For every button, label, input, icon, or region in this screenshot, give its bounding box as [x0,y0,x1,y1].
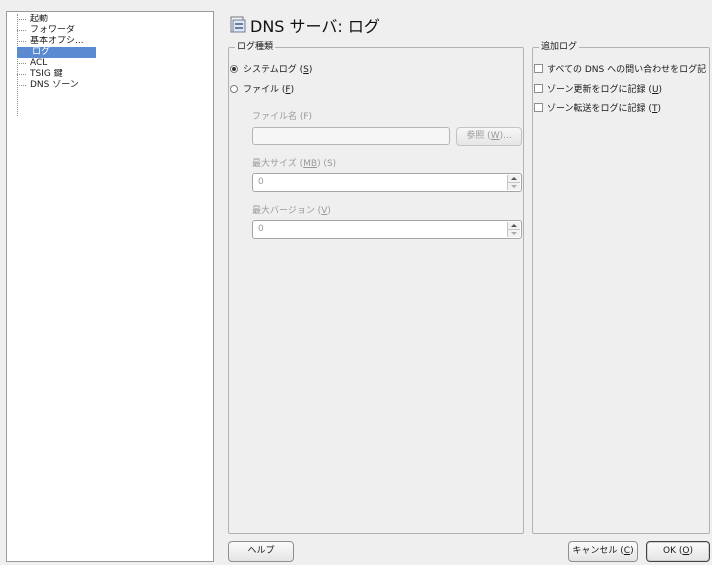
log-zone-updates-label: ゾーン更新をログに記録 (U) [547,85,663,95]
max-versions-decrement-arrow-icon[interactable] [508,230,520,237]
max-versions-spin-buttons [507,222,520,237]
log-all-queries-box[interactable] [534,64,543,73]
log-all-queries-checkbox[interactable]: すべての DNS への問い合わせをログ記 [534,62,708,75]
cancel-button[interactable]: キャンセル (C) [568,541,638,562]
tree-item-acl[interactable]: ACL [17,58,96,69]
server-document-icon [230,16,246,34]
log-zone-transfers-checkbox[interactable]: ゾーン転送をログに記録 (T) [534,101,661,114]
log-all-queries-label: すべての DNS への問い合わせをログ記 [547,65,707,75]
tree-item-label: TSIG 鍵 [30,69,63,79]
filename-label: ファイル名 (F) [252,112,313,122]
tree-item-label: 基本オプシ... [30,36,84,46]
page-title: DNS サーバ: ログ [250,17,380,36]
log-zone-updates-checkbox[interactable]: ゾーン更新をログに記録 (U) [534,82,662,95]
max-size-value: 0 [258,177,264,187]
tree-item-label: 起動 [30,14,49,24]
log-zone-transfers-box[interactable] [534,103,543,112]
tree-item-tsig-keys[interactable]: TSIG 鍵 [17,69,96,80]
system-log-radio[interactable]: システムログ (S) [230,62,312,75]
log-zone-transfers-label: ゾーン転送をログに記録 (T) [547,104,661,114]
max-size-spin-buttons [507,175,520,190]
file-radio[interactable]: ファイル (F) [230,82,294,95]
max-size-spinbox[interactable]: 0 [252,173,522,192]
tree-item-logging[interactable]: ログ [17,47,96,58]
filename-input[interactable] [252,127,450,145]
tree-item-basic-options[interactable]: 基本オプシ... [17,36,96,47]
navigation-tree: 起動 フォワーダ 基本オプシ... ログ ACL TSIG 鍵 DNS ゾーン [6,11,214,562]
system-log-label: システムログ (S) [243,65,313,75]
max-versions-label: 最大バージョン (V) [252,206,331,216]
page-header: DNS サーバ: ログ [230,14,380,36]
tree-item-forwarders[interactable]: フォワーダ [17,25,96,36]
browse-button[interactable]: 参照 (W)... [456,127,522,146]
max-versions-value: 0 [258,224,264,234]
tree-item-label: フォワーダ [30,25,76,35]
file-radio-indicator[interactable] [230,84,238,93]
ok-button[interactable]: OK (O) [646,541,710,562]
max-size-decrement-arrow-icon[interactable] [508,183,520,190]
max-size-label: 最大サイズ (MB) (S) [252,159,337,169]
log-type-legend: ログ種類 [235,42,276,53]
tree-item-dns-zones[interactable]: DNS ゾーン [17,80,96,91]
tree-item-label: ACL [30,58,48,68]
max-size-increment-arrow-icon[interactable] [508,175,520,183]
additional-logging-group: 追加ログ [532,42,710,534]
max-versions-increment-arrow-icon[interactable] [508,222,520,230]
tree-item-startup[interactable]: 起動 [17,14,96,25]
tree-item-label: ログ [32,47,51,57]
max-versions-spinbox[interactable]: 0 [252,220,522,239]
file-label: ファイル (F) [243,85,295,95]
help-button[interactable]: ヘルプ [228,541,294,562]
additional-logging-legend: 追加ログ [539,42,580,53]
system-log-radio-indicator[interactable] [230,64,238,73]
log-zone-updates-box[interactable] [534,84,543,93]
tree-item-label: DNS ゾーン [30,80,79,90]
